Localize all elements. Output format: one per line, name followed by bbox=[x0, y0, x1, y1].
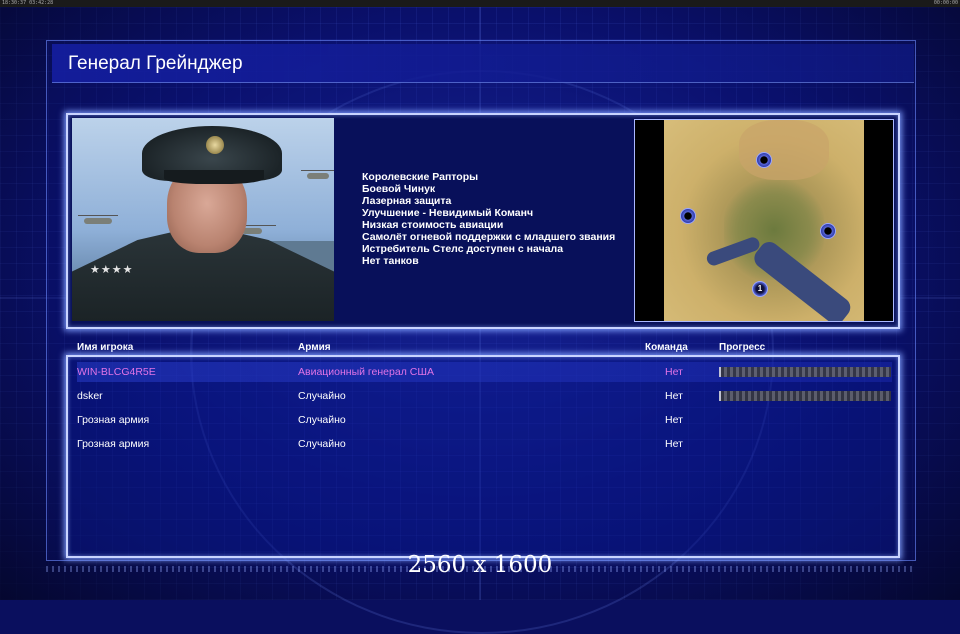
player-team[interactable]: Нет bbox=[665, 438, 683, 450]
column-header-progress: Прогресс bbox=[719, 342, 766, 353]
ability-item: Улучшение - Невидимый Команч bbox=[362, 207, 534, 219]
player-row[interactable]: WIN-BLCG4R5E Авиационный генерал США Нет bbox=[77, 362, 892, 382]
player-name: Грозная армия bbox=[77, 414, 150, 426]
helicopter-icon bbox=[78, 215, 118, 224]
overlay-clock-left: 18:30:37 03:42:28 bbox=[2, 0, 54, 6]
player-name: Грозная армия bbox=[77, 438, 150, 450]
ability-item: Самолёт огневой поддержки с младшего зва… bbox=[362, 231, 616, 243]
start-position-marker[interactable]: 1 bbox=[752, 281, 768, 297]
debug-overlay-bar: 18:30:37 03:42:28 00:00:00 bbox=[0, 0, 960, 7]
ability-item: Истребитель Стелс доступен с начала bbox=[362, 243, 564, 255]
column-header-army: Армия bbox=[298, 342, 331, 353]
ability-item: Лазерная защита bbox=[362, 195, 452, 207]
ability-item: Низкая стоимость авиации bbox=[362, 219, 504, 231]
load-progress-bar bbox=[719, 391, 891, 401]
load-progress-bar bbox=[719, 367, 891, 377]
column-header-player: Имя игрока bbox=[77, 342, 134, 353]
ability-item: Боевой Чинук bbox=[362, 183, 436, 195]
ability-item: Нет танков bbox=[362, 255, 419, 267]
start-position-marker[interactable] bbox=[680, 208, 696, 224]
column-header-team: Команда bbox=[645, 342, 688, 353]
player-name: dsker bbox=[77, 390, 103, 402]
map-preview[interactable]: 1 bbox=[634, 119, 894, 322]
player-team[interactable]: Нет bbox=[665, 414, 683, 426]
map-terrain: 1 bbox=[664, 120, 864, 321]
player-team[interactable]: Нет bbox=[665, 390, 683, 402]
map-desert-area bbox=[739, 120, 829, 180]
helicopter-icon bbox=[301, 170, 334, 179]
overlay-clock-right: 00:00:00 bbox=[933, 0, 958, 6]
resolution-caption: 2560 x 1600 bbox=[407, 552, 553, 578]
player-army[interactable]: Случайно bbox=[298, 438, 346, 450]
rank-stars-icon: ★★★★ bbox=[90, 264, 134, 276]
player-row[interactable]: dsker Случайно Нет bbox=[77, 386, 892, 406]
player-army[interactable]: Случайно bbox=[298, 414, 346, 426]
player-row[interactable]: Грозная армия Случайно Нет bbox=[77, 434, 892, 454]
general-abilities-list: Королевские Рапторы Боевой Чинук Лазерна… bbox=[362, 171, 615, 267]
player-team[interactable]: Нет bbox=[665, 366, 683, 378]
general-cap-visor bbox=[164, 170, 264, 184]
start-position-marker[interactable] bbox=[820, 223, 836, 239]
start-position-marker[interactable] bbox=[756, 152, 772, 168]
general-portrait: ★★★★ bbox=[72, 118, 334, 321]
cap-eagle-badge-icon bbox=[206, 136, 224, 154]
general-title: Генерал Грейнджер bbox=[68, 53, 243, 74]
player-army[interactable]: Авиационный генерал США bbox=[298, 366, 434, 378]
player-row[interactable]: Грозная армия Случайно Нет bbox=[77, 410, 892, 430]
title-bar: Генерал Грейнджер bbox=[52, 44, 914, 83]
ability-item: Королевские Рапторы bbox=[362, 171, 479, 183]
player-name: WIN-BLCG4R5E bbox=[77, 366, 156, 378]
player-army[interactable]: Случайно bbox=[298, 390, 346, 402]
